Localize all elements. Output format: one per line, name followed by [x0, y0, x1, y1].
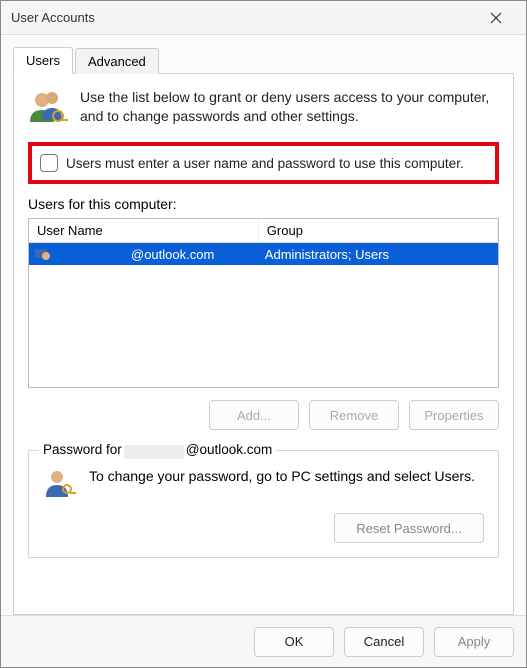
add-user-button[interactable]: Add... — [209, 400, 299, 430]
user-key-icon — [43, 467, 77, 501]
user-account-icon — [35, 247, 51, 261]
tab-panel-users: Use the list below to grant or deny user… — [13, 73, 514, 615]
user-accounts-window: User Accounts Users Advanced — [0, 0, 527, 668]
require-password-checkbox[interactable] — [40, 154, 58, 172]
window-title: User Accounts — [11, 10, 476, 25]
cancel-button[interactable]: Cancel — [344, 627, 424, 657]
password-groupbox: Password for @outlook.com To change your… — [28, 450, 499, 558]
tab-strip: Users Advanced — [13, 45, 514, 73]
legend-prefix: Password for — [43, 442, 122, 457]
column-header-group[interactable]: Group — [259, 220, 498, 241]
user-buttons-row: Add... Remove Properties — [28, 400, 499, 430]
tab-users[interactable]: Users — [13, 47, 73, 74]
users-keys-icon — [28, 88, 68, 128]
properties-button[interactable]: Properties — [409, 400, 499, 430]
ok-button[interactable]: OK — [254, 627, 334, 657]
reset-password-row: Reset Password... — [43, 513, 484, 543]
username-redacted — [55, 247, 127, 261]
require-password-label: Users must enter a user name and passwor… — [66, 156, 464, 171]
remove-user-button[interactable]: Remove — [309, 400, 399, 430]
username-suffix: @outlook.com — [131, 247, 214, 262]
column-header-username[interactable]: User Name — [29, 220, 259, 241]
password-info-text: To change your password, go to PC settin… — [89, 467, 475, 487]
legend-suffix: @outlook.com — [186, 442, 273, 457]
close-icon — [490, 12, 502, 24]
users-list-label: Users for this computer: — [28, 196, 499, 212]
content-area: Users Advanced Use the list below to gra… — [1, 35, 526, 615]
tab-advanced[interactable]: Advanced — [75, 48, 159, 74]
password-groupbox-legend: Password for @outlook.com — [39, 442, 276, 457]
table-row[interactable]: @outlook.com Administrators; Users — [29, 243, 498, 265]
reset-password-button[interactable]: Reset Password... — [334, 513, 484, 543]
cell-username: @outlook.com — [29, 245, 259, 264]
close-button[interactable] — [476, 4, 516, 32]
dialog-footer: OK Cancel Apply — [1, 615, 526, 667]
users-listview[interactable]: User Name Group @outlook.com Administrat… — [28, 218, 499, 388]
users-list-header: User Name Group — [29, 219, 498, 243]
intro-text: Use the list below to grant or deny user… — [80, 88, 499, 126]
cell-group: Administrators; Users — [259, 245, 498, 264]
titlebar: User Accounts — [1, 1, 526, 35]
legend-username-redacted — [124, 445, 184, 459]
require-password-row: Users must enter a user name and passwor… — [28, 142, 499, 184]
password-info-row: To change your password, go to PC settin… — [43, 467, 484, 501]
intro-row: Use the list below to grant or deny user… — [28, 88, 499, 128]
apply-button[interactable]: Apply — [434, 627, 514, 657]
